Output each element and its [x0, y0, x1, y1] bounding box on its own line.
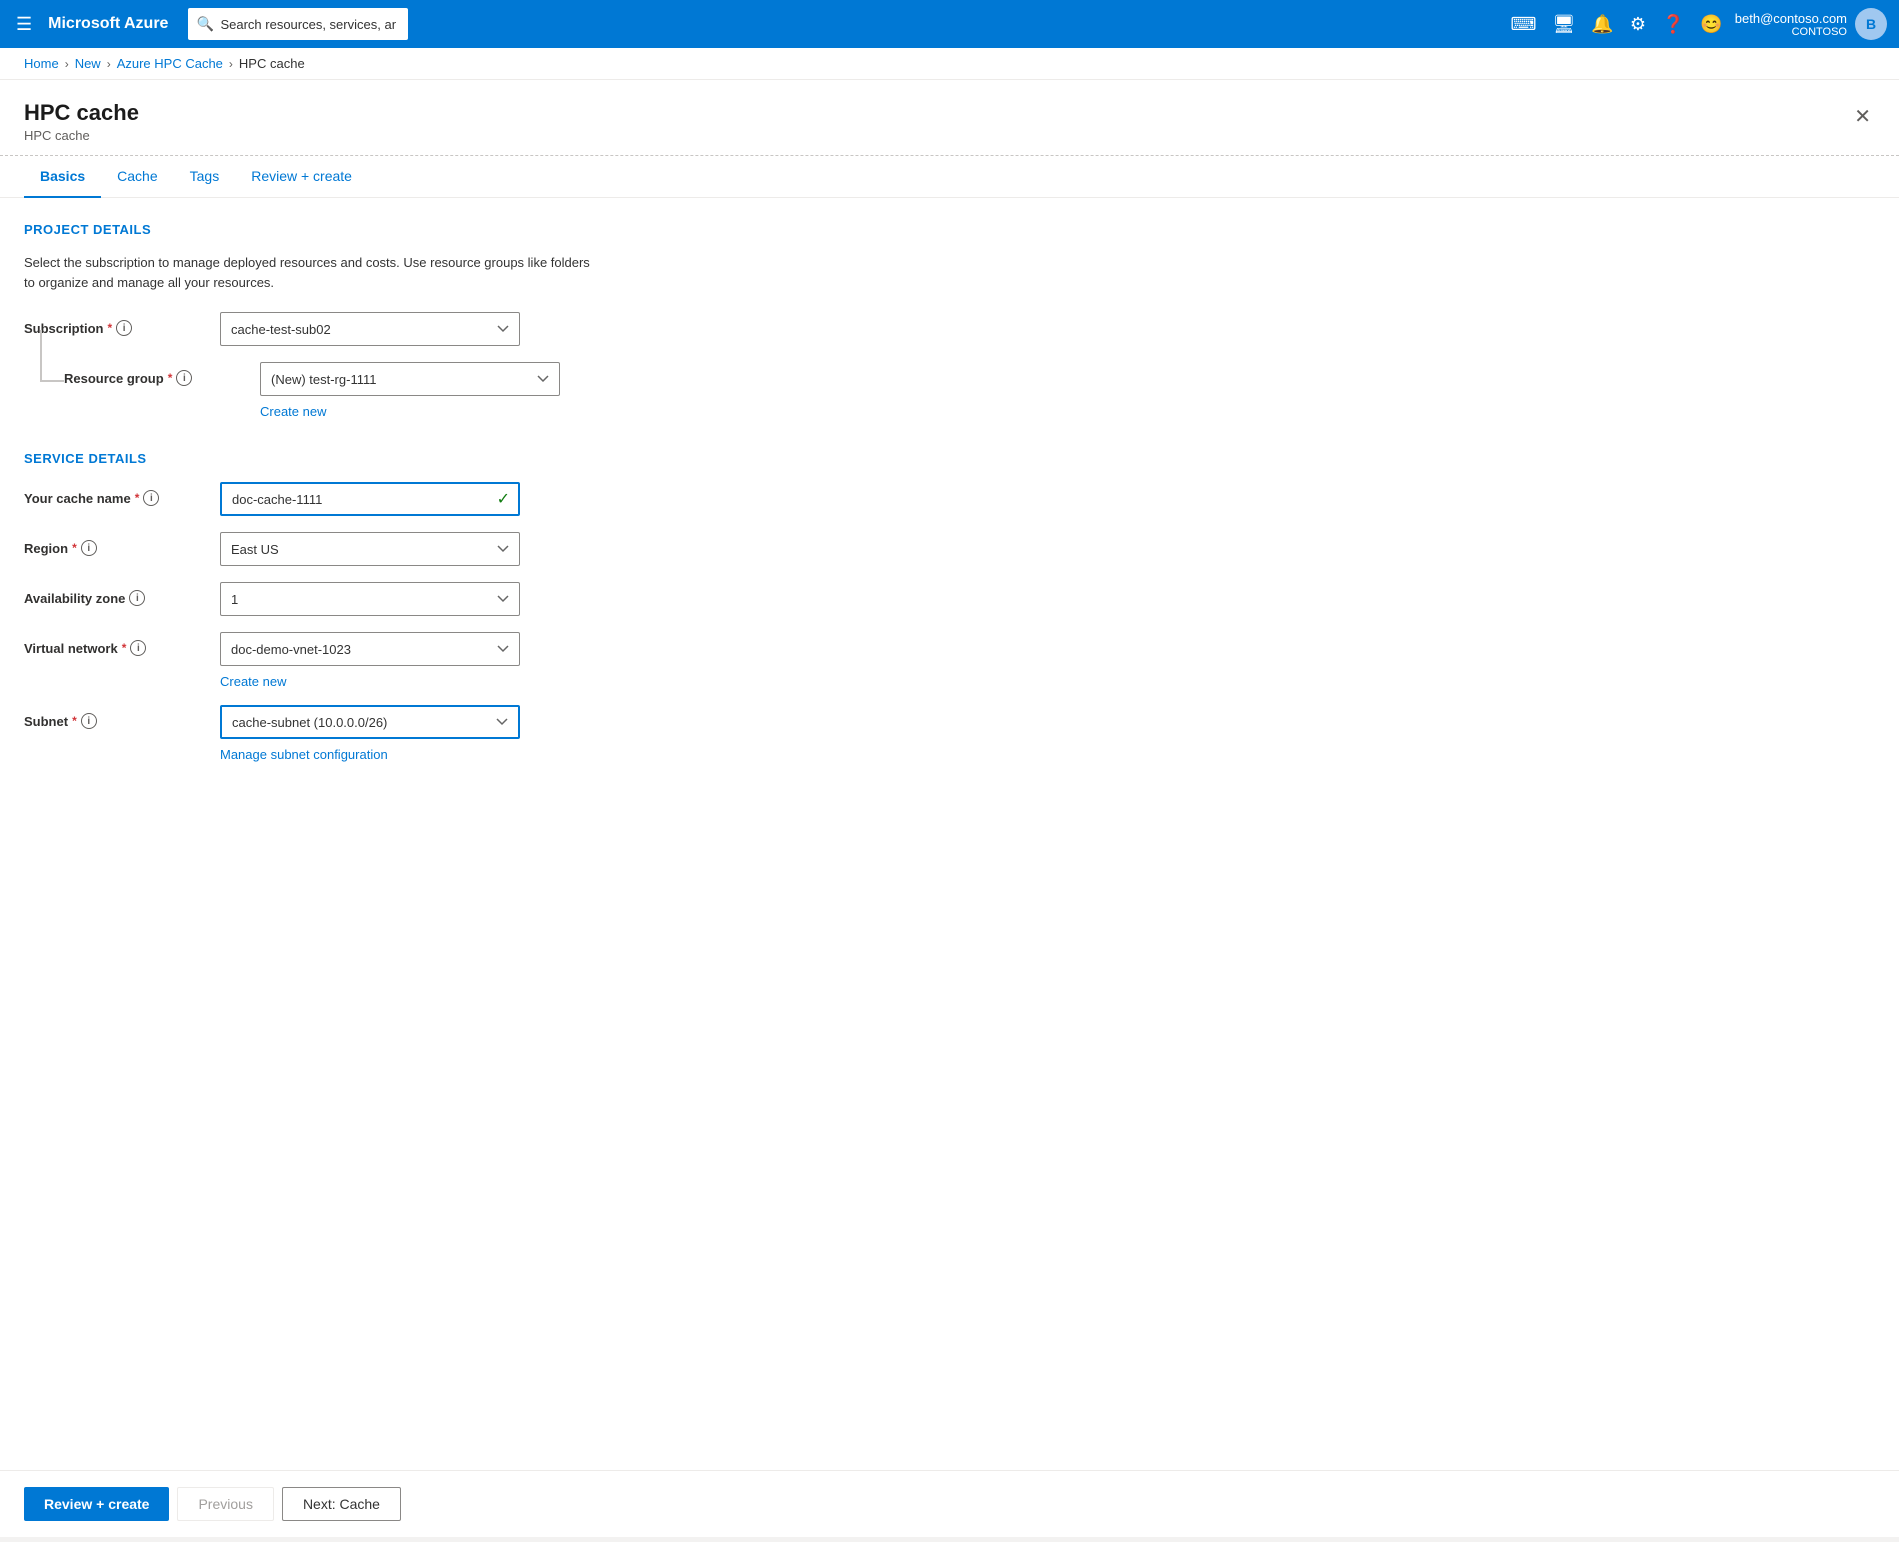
cache-name-required: * [135, 491, 140, 505]
subnet-row: Subnet * i cache-subnet (10.0.0.0/26) Ma… [24, 705, 1875, 762]
service-details-title: SERVICE DETAILS [24, 451, 1875, 466]
region-control: East US [220, 532, 520, 566]
settings-icon[interactable]: ⚙ [1630, 14, 1646, 35]
subscription-required: * [107, 321, 112, 335]
breadcrumb: Home › New › Azure HPC Cache › HPC cache [0, 48, 1899, 80]
main-container: HPC cache HPC cache ✕ Basics Cache Tags … [0, 80, 1899, 1537]
feedback-icon[interactable]: 😊 [1700, 14, 1722, 35]
rg-required: * [168, 371, 173, 385]
page-subtitle: HPC cache [24, 128, 139, 143]
virtual-network-control: doc-demo-vnet-1023 Create new [220, 632, 520, 689]
resource-group-select[interactable]: (New) test-rg-1111 [260, 362, 560, 396]
bell-icon[interactable]: 🔔 [1591, 14, 1613, 35]
resource-group-row: Resource group * i (New) test-rg-1111 Cr… [24, 362, 1875, 419]
project-details-title: PROJECT DETAILS [24, 222, 1875, 237]
cache-name-row: Your cache name * i ✓ [24, 482, 1875, 516]
breadcrumb-azure-hpc[interactable]: Azure HPC Cache [117, 56, 223, 71]
subnet-label: Subnet * i [24, 705, 204, 729]
help-icon[interactable]: ❓ [1662, 14, 1684, 35]
project-details-section: PROJECT DETAILS Select the subscription … [24, 222, 1875, 419]
rg-info-icon[interactable]: i [176, 370, 192, 386]
cache-name-info-icon[interactable]: i [143, 490, 159, 506]
virtual-network-select[interactable]: doc-demo-vnet-1023 [220, 632, 520, 666]
subscription-control: cache-test-sub02 [220, 312, 520, 346]
availability-zone-select[interactable]: 1 [220, 582, 520, 616]
subscription-info-icon[interactable]: i [116, 320, 132, 336]
region-select[interactable]: East US [220, 532, 520, 566]
breadcrumb-current: HPC cache [239, 56, 305, 71]
user-org: CONTOSO [1735, 26, 1847, 38]
search-wrapper: 🔍 [188, 8, 588, 40]
vnet-info-icon[interactable]: i [130, 640, 146, 656]
az-info-icon[interactable]: i [129, 590, 145, 606]
subnet-required: * [72, 714, 77, 728]
virtual-network-label: Virtual network * i [24, 632, 204, 656]
breadcrumb-home[interactable]: Home [24, 56, 59, 71]
tab-review-create[interactable]: Review + create [235, 156, 368, 198]
footer: Review + create Previous Next: Cache [0, 1470, 1899, 1537]
valid-check-icon: ✓ [497, 489, 510, 509]
subnet-select[interactable]: cache-subnet (10.0.0.0/26) [220, 705, 520, 739]
cache-name-control: ✓ [220, 482, 520, 516]
search-input[interactable] [188, 8, 408, 40]
user-info: beth@contoso.com CONTOSO [1735, 11, 1847, 38]
tab-basics[interactable]: Basics [24, 156, 101, 198]
resource-group-control: (New) test-rg-1111 Create new [260, 362, 560, 419]
resource-group-label: Resource group * i [64, 362, 244, 386]
subscription-row: Subscription * i cache-test-sub02 [24, 312, 1875, 346]
page-header: HPC cache HPC cache ✕ [0, 80, 1899, 156]
subscription-label: Subscription * i [24, 312, 204, 336]
user-menu[interactable]: beth@contoso.com CONTOSO B [1735, 8, 1887, 40]
page-title-area: HPC cache HPC cache [24, 100, 139, 143]
service-details-section: SERVICE DETAILS Your cache name * i ✓ [24, 451, 1875, 762]
availability-zone-control: 1 [220, 582, 520, 616]
cache-name-input[interactable] [220, 482, 520, 516]
brand-name: Microsoft Azure [48, 15, 168, 33]
breadcrumb-sep-1: › [65, 57, 69, 71]
previous-button: Previous [177, 1487, 273, 1521]
portal-icon[interactable]: 🖥 [1553, 14, 1576, 35]
next-button[interactable]: Next: Cache [282, 1487, 401, 1521]
subscription-select[interactable]: cache-test-sub02 [220, 312, 520, 346]
close-button[interactable]: ✕ [1850, 100, 1875, 133]
menu-icon[interactable]: ☰ [12, 10, 36, 39]
terminal-icon[interactable]: ⌨ [1511, 14, 1537, 35]
subnet-info-icon[interactable]: i [81, 713, 97, 729]
region-label: Region * i [24, 532, 204, 556]
region-info-icon[interactable]: i [81, 540, 97, 556]
region-required: * [72, 541, 77, 555]
tab-cache[interactable]: Cache [101, 156, 173, 198]
cache-name-label: Your cache name * i [24, 482, 204, 506]
breadcrumb-sep-2: › [107, 57, 111, 71]
vnet-required: * [122, 641, 127, 655]
tabs: Basics Cache Tags Review + create [0, 156, 1899, 198]
manage-subnet-link[interactable]: Manage subnet configuration [220, 747, 520, 762]
subnet-control: cache-subnet (10.0.0.0/26) Manage subnet… [220, 705, 520, 762]
page-title: HPC cache [24, 100, 139, 126]
virtual-network-row: Virtual network * i doc-demo-vnet-1023 C… [24, 632, 1875, 689]
avatar: B [1855, 8, 1887, 40]
cache-name-input-wrapper: ✓ [220, 482, 520, 516]
project-details-desc: Select the subscription to manage deploy… [24, 253, 604, 292]
create-new-vnet-link[interactable]: Create new [220, 674, 520, 689]
availability-zone-label: Availability zone i [24, 582, 204, 606]
topbar-icons: ⌨ 🖥 🔔 ⚙ ❓ 😊 [1511, 14, 1723, 35]
region-row: Region * i East US [24, 532, 1875, 566]
search-icon: 🔍 [196, 16, 213, 33]
topbar: ☰ Microsoft Azure 🔍 ⌨ 🖥 🔔 ⚙ ❓ 😊 beth@con… [0, 0, 1899, 48]
review-create-button[interactable]: Review + create [24, 1487, 169, 1521]
create-new-rg-link[interactable]: Create new [260, 404, 560, 419]
tab-tags[interactable]: Tags [174, 156, 236, 198]
availability-zone-row: Availability zone i 1 [24, 582, 1875, 616]
user-email: beth@contoso.com [1735, 11, 1847, 26]
breadcrumb-sep-3: › [229, 57, 233, 71]
breadcrumb-new[interactable]: New [75, 56, 101, 71]
content-area: PROJECT DETAILS Select the subscription … [0, 198, 1899, 1470]
